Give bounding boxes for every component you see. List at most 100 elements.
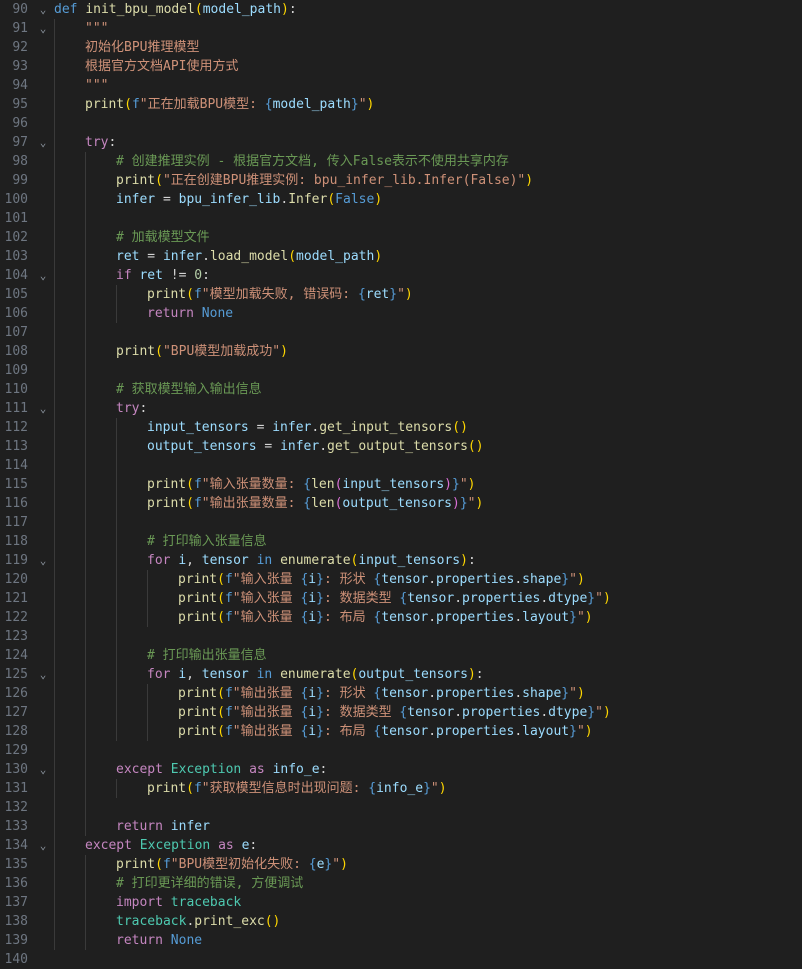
code-line[interactable]: 135 print(f"BPU模型初始化失败: {e}"): [0, 855, 802, 874]
code-line[interactable]: 117: [0, 513, 802, 532]
code-line[interactable]: 118 # 打印输入张量信息: [0, 532, 802, 551]
code-token: properties: [436, 572, 515, 587]
code-line[interactable]: 110 # 获取模型输入输出信息: [0, 380, 802, 399]
fold-chevron-icon[interactable]: ⌄: [36, 760, 50, 779]
code-line[interactable]: 113 output_tensors = infer.get_output_ten…: [0, 437, 802, 456]
code-line[interactable]: 140: [0, 950, 802, 969]
code-token: ): [475, 496, 484, 511]
code-token: }: [569, 610, 577, 625]
code-line[interactable]: 93 根据官方文档API使用方式: [0, 57, 802, 76]
code-line[interactable]: 99 print("正在创建BPU推理实例: bpu_infer_lib.Infe…: [0, 171, 802, 190]
code-token: .: [428, 610, 437, 625]
code-token: dtype: [548, 591, 588, 606]
code-line[interactable]: 91 ⌄ """: [0, 19, 802, 38]
line-number: 90: [12, 2, 28, 17]
indent-guide: [54, 836, 55, 855]
code-line[interactable]: 97 ⌄ try:: [0, 133, 802, 152]
code-token: print: [178, 572, 218, 587]
indent-guide: [116, 665, 117, 684]
indent-guide: [147, 589, 148, 608]
code-token: .: [454, 705, 463, 720]
code-line[interactable]: 112 input_tensors = infer.get_input_tenso…: [0, 418, 802, 437]
code-line[interactable]: 134 ⌄ except Exception as e:: [0, 836, 802, 855]
indent-guide: [85, 342, 86, 361]
code-line[interactable]: 100 infer = bpu_infer_lib.Infer(False): [0, 190, 802, 209]
code-token: :: [249, 838, 258, 853]
code-line[interactable]: 124 # 打印输出张量信息: [0, 646, 802, 665]
line-number: 138: [4, 914, 28, 929]
code-line[interactable]: 136 # 打印更详细的错误, 方便调试: [0, 874, 802, 893]
code-line[interactable]: 96: [0, 114, 802, 133]
fold-chevron-icon[interactable]: ⌄: [36, 836, 50, 855]
indent-guide: [85, 703, 86, 722]
code-line[interactable]: 94 """: [0, 76, 802, 95]
fold-chevron-icon[interactable]: ⌄: [36, 133, 50, 152]
line-number: 106: [4, 306, 28, 321]
code-text: # 打印输入张量信息: [147, 532, 267, 551]
indent-guide: [85, 741, 86, 760]
code-text: ret = infer.load_model(model_path): [116, 247, 382, 266]
code-line[interactable]: 133 return infer: [0, 817, 802, 836]
code-line[interactable]: 120 print(f"输入张量 {i}: 形状 {tensor.properti…: [0, 570, 802, 589]
code-token: ret: [365, 287, 390, 302]
code-line[interactable]: 98 # 创建推理实例 - 根据官方文档, 传入False表示不使用共享内存: [0, 152, 802, 171]
code-line[interactable]: 129: [0, 741, 802, 760]
indent-guide: [116, 418, 117, 437]
code-line[interactable]: 121 print(f"输入张量 {i}: 数据类型 {tensor.proper…: [0, 589, 802, 608]
code-token: print: [116, 173, 156, 188]
code-line[interactable]: 108 print("BPU模型加载成功"): [0, 342, 802, 361]
code-text: # 打印更详细的错误, 方便调试: [116, 874, 303, 893]
code-line[interactable]: 90 ⌄ def init_bpu_model(model_path):: [0, 0, 802, 19]
code-line[interactable]: 102 # 加载模型文件: [0, 228, 802, 247]
fold-chevron-icon[interactable]: ⌄: [36, 0, 50, 19]
code-line[interactable]: 122 print(f"输入张量 {i}: 布局 {tensor.properti…: [0, 608, 802, 627]
code-line[interactable]: 115 print(f"输入张量数量: {len(input_tensors)}"…: [0, 475, 802, 494]
code-token: : 数据类型: [323, 591, 400, 606]
indent-guide: [54, 741, 55, 760]
indent-guide: [116, 304, 117, 323]
code-text: print(f"输出张量 {i}: 布局 {tensor.properties.…: [178, 722, 593, 741]
code-line[interactable]: 127 print(f"输出张量 {i}: 数据类型 {tensor.proper…: [0, 703, 802, 722]
code-token: }: [452, 477, 460, 492]
code-line[interactable]: 104 ⌄ if ret != 0:: [0, 266, 802, 285]
code-line[interactable]: 109: [0, 361, 802, 380]
code-line[interactable]: 137 import traceback: [0, 893, 802, 912]
code-line[interactable]: 128 print(f"输出张量 {i}: 布局 {tensor.properti…: [0, 722, 802, 741]
code-line[interactable]: 123: [0, 627, 802, 646]
code-line[interactable]: 132: [0, 798, 802, 817]
line-number: 131: [4, 781, 28, 796]
code-line[interactable]: 101: [0, 209, 802, 228]
fold-chevron-icon[interactable]: ⌄: [36, 551, 50, 570]
code-line[interactable]: 126 print(f"输出张量 {i}: 形状 {tensor.properti…: [0, 684, 802, 703]
code-line[interactable]: 106 return None: [0, 304, 802, 323]
fold-chevron-icon[interactable]: ⌄: [36, 19, 50, 38]
fold-chevron-icon[interactable]: ⌄: [36, 665, 50, 684]
code-line[interactable]: 95 print(f"正在加载BPU模型: {model_path}"): [0, 95, 802, 114]
code-line[interactable]: 92 初始化BPU推理模型: [0, 38, 802, 57]
code-token: }: [316, 591, 324, 606]
code-line[interactable]: 119 ⌄ for i, tensor in enumerate(input_ten…: [0, 551, 802, 570]
code-line[interactable]: 125 ⌄ for i, tensor in enumerate(output_te…: [0, 665, 802, 684]
code-line[interactable]: 139 return None: [0, 931, 802, 950]
code-token: }: [561, 572, 570, 587]
code-line[interactable]: 131 print(f"获取模型信息时出现问题: {info_e}"): [0, 779, 802, 798]
code-text: print("BPU模型加载成功"): [116, 342, 288, 361]
fold-chevron-icon[interactable]: ⌄: [36, 399, 50, 418]
code-editor[interactable]: 90 ⌄ def init_bpu_model(model_path): 91 ⌄ """…: [0, 0, 802, 967]
code-token: infer: [162, 249, 203, 264]
code-token: : 布局: [323, 610, 374, 625]
code-line[interactable]: 116 print(f"输出张量数量: {len(output_tensors)}…: [0, 494, 802, 513]
code-line[interactable]: 114: [0, 456, 802, 475]
code-token: ": [595, 591, 603, 606]
code-token: f: [131, 97, 140, 112]
code-text: """: [85, 19, 108, 38]
code-line[interactable]: 103 ret = infer.load_model(model_path): [0, 247, 802, 266]
code-line[interactable]: 111 ⌄ try:: [0, 399, 802, 418]
code-line[interactable]: 130 ⌄ except Exception as info_e:: [0, 760, 802, 779]
code-line[interactable]: 107: [0, 323, 802, 342]
code-line[interactable]: 105 print(f"模型加载失败, 错误码: {ret}"): [0, 285, 802, 304]
code-text: output_tensors = infer.get_output_tensor…: [147, 437, 484, 456]
fold-chevron-icon[interactable]: ⌄: [36, 266, 50, 285]
code-line[interactable]: 138 traceback.print_exc(): [0, 912, 802, 931]
indent-guide: [85, 760, 86, 779]
